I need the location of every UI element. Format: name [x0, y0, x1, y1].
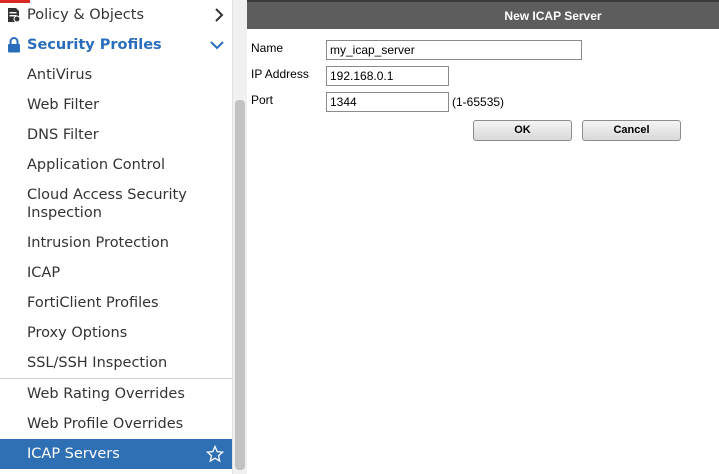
- sidebar-item-label: DNS Filter: [27, 127, 99, 143]
- sidebar-item-label: FortiClient Profiles: [27, 295, 159, 311]
- sidebar-item-label: Cloud Access Security Inspection: [27, 187, 187, 221]
- ip-address-label: IP Address: [251, 67, 309, 81]
- sidebar-item-label: Proxy Options: [27, 325, 128, 341]
- sidebar-item-forticlient-profiles[interactable]: FortiClient Profiles: [0, 288, 232, 318]
- nav-list: Policy & Objects Security Profiles AntiV…: [0, 0, 232, 469]
- sidebar-item-casi[interactable]: Cloud Access Security Inspection: [0, 180, 232, 228]
- ip-address-input[interactable]: [326, 66, 449, 86]
- sidebar-item-label: Web Rating Overrides: [27, 386, 185, 402]
- sidebar-item-icap-servers[interactable]: ICAP Servers: [0, 439, 232, 469]
- sidebar-item-label: AntiVirus: [27, 67, 93, 83]
- sidebar-item-label: Intrusion Protection: [27, 235, 169, 251]
- sidebar-item-label: Web Filter: [27, 97, 100, 113]
- sidebar-item-label: SSL/SSH Inspection: [27, 355, 168, 371]
- chevron-right-icon: [214, 0, 224, 30]
- sidebar-scrollbar-thumb[interactable]: [235, 100, 245, 470]
- sidebar-item-icap[interactable]: ICAP: [0, 258, 232, 288]
- name-row: Name: [251, 40, 711, 62]
- sidebar-item-policy-objects[interactable]: Policy & Objects: [0, 0, 232, 30]
- sidebar-item-dns-filter[interactable]: DNS Filter: [0, 120, 232, 150]
- sidebar-item-web-rating-overrides[interactable]: Web Rating Overrides: [0, 379, 232, 409]
- lock-icon: [6, 30, 22, 60]
- sidebar-item-label: Application Control: [27, 157, 166, 173]
- chevron-down-icon: [210, 30, 224, 60]
- ip-address-row: IP Address: [251, 66, 711, 88]
- sidebar-item-web-profile-overrides[interactable]: Web Profile Overrides: [0, 409, 232, 439]
- sidebar-item-label: Policy & Objects: [27, 7, 145, 23]
- sidebar-nav: Policy & Objects Security Profiles AntiV…: [0, 0, 247, 474]
- sidebar-item-security-profiles[interactable]: Security Profiles: [0, 30, 232, 60]
- ok-button[interactable]: OK: [473, 120, 572, 141]
- sidebar-item-label: Web Profile Overrides: [27, 416, 184, 432]
- port-label: Port: [251, 93, 274, 107]
- sidebar-item-application-control[interactable]: Application Control: [0, 150, 232, 180]
- sidebar-item-label: ICAP: [27, 265, 61, 281]
- name-label: Name: [251, 41, 284, 55]
- port-range-hint: (1-65535): [452, 95, 505, 109]
- cancel-button[interactable]: Cancel: [582, 120, 681, 141]
- port-row: Port (1-65535): [251, 92, 711, 114]
- sidebar-item-intrusion-protection[interactable]: Intrusion Protection: [0, 228, 232, 258]
- sidebar-item-label: ICAP Servers: [27, 446, 120, 462]
- document-stamp-icon: [6, 0, 22, 30]
- sidebar-item-web-filter[interactable]: Web Filter: [0, 90, 232, 120]
- sidebar-item-proxy-options[interactable]: Proxy Options: [0, 318, 232, 348]
- name-input[interactable]: [326, 40, 582, 60]
- sidebar-item-antivirus[interactable]: AntiVirus: [0, 60, 232, 90]
- dialog-title: New ICAP Server: [247, 0, 719, 29]
- new-icap-server-dialog: New ICAP Server Name IP Address Port (1-…: [247, 0, 719, 474]
- star-icon[interactable]: [206, 439, 224, 469]
- port-input[interactable]: [326, 92, 449, 112]
- sidebar-item-ssl-ssh-inspection[interactable]: SSL/SSH Inspection: [0, 348, 232, 378]
- sidebar-item-label: Security Profiles: [27, 37, 162, 53]
- sidebar-scrollbar[interactable]: [232, 0, 247, 474]
